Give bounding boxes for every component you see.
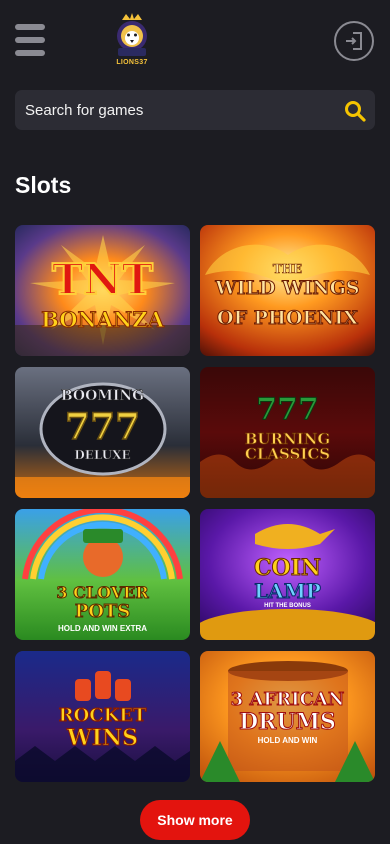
game-tile-3-african-drums[interactable]: 3 AFRICAN DRUMS HOLD AND WIN	[200, 651, 375, 782]
game-tile-rocket-wins[interactable]: ROCKET WINS	[15, 651, 190, 782]
search-icon[interactable]	[344, 100, 366, 122]
game-tile-coin-lamp[interactable]: COIN LAMP HIT THE BONUS	[200, 509, 375, 640]
game-title-line2: BONANZA	[41, 307, 165, 332]
search-bar	[15, 90, 375, 130]
show-more-button[interactable]: Show more	[140, 800, 250, 840]
hamburger-menu-icon[interactable]	[15, 24, 45, 56]
game-title-line1: COIN	[253, 555, 322, 581]
game-title-line2: WINS	[67, 725, 139, 751]
game-title-line3: DELUXE	[74, 448, 131, 462]
game-title-line1: THE	[272, 262, 303, 276]
login-button[interactable]	[334, 21, 374, 61]
game-tile-wild-wings-of-phoenix[interactable]: THE WILD WINGS OF PHOENIX	[200, 225, 375, 356]
game-title-line1: BOOMING	[60, 388, 145, 404]
game-title-line2: DRUMS	[239, 709, 337, 735]
search-input[interactable]	[15, 90, 335, 130]
game-title-line3: HOLD AND WIN	[257, 736, 318, 745]
logo-text: LIONS37	[116, 59, 148, 66]
game-tile-booming-777-deluxe[interactable]: BOOMING 777 DELUXE	[15, 367, 190, 498]
game-title-line2: POTS	[74, 601, 131, 622]
game-title-line3: HOLD AND WIN EXTRA	[57, 624, 148, 633]
game-title-line1: TNT	[51, 255, 154, 304]
game-title-line1: 777	[256, 392, 320, 427]
game-title-line1: ROCKET	[58, 705, 147, 726]
game-tile-3-clover-pots[interactable]: 3 CLOVER POTS HOLD AND WIN EXTRA	[15, 509, 190, 640]
section-title-slots: Slots	[15, 172, 72, 198]
game-tile-burning-classics[interactable]: 777 BURNING CLASSICS	[200, 367, 375, 498]
game-title-line1: 3 AFRICAN	[230, 689, 345, 710]
game-tile-tnt-bonanza[interactable]: TNT BONANZA	[15, 225, 190, 356]
game-title-line2: WILD WINGS	[215, 277, 360, 299]
game-title-line2: BURNING CLASSICS	[244, 430, 331, 463]
game-title-line3: OF PHOENIX	[217, 307, 359, 329]
top-header: LIONS37	[0, 0, 390, 80]
game-title-line3: HIT THE BONUS	[264, 603, 311, 609]
game-title-line2: 777	[64, 406, 141, 448]
lions37-logo[interactable]: LIONS37	[108, 12, 156, 66]
game-title-line1: 3 CLOVER	[56, 583, 149, 602]
game-title-line2: LAMP	[254, 579, 322, 603]
login-door-icon	[346, 32, 362, 50]
slots-grid: TNT BONANZA THE WILD WINGS OF PHOENIX BO…	[15, 225, 375, 782]
